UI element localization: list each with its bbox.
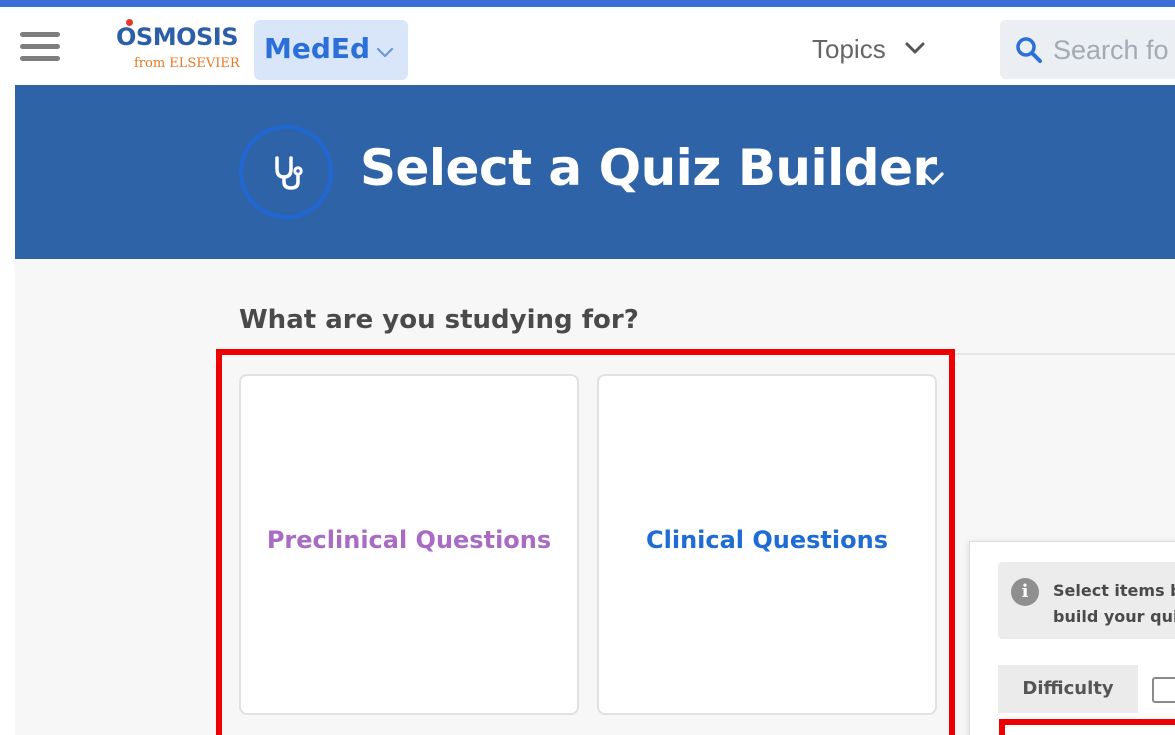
hamburger-menu-icon[interactable] xyxy=(20,32,60,64)
stethoscope-icon xyxy=(239,125,333,219)
info-notice: i Select items be build your quiz xyxy=(998,562,1175,639)
difficulty-checkbox[interactable] xyxy=(1152,677,1175,703)
divider xyxy=(940,353,1175,355)
quiz-builder-banner: Select a Quiz Builder xyxy=(15,85,1175,259)
top-navigation-bar: OSMOSIS from ELSEVIER MedEd Topics Searc… xyxy=(0,7,1175,85)
quiz-settings-panel: i Select items be build your quiz Diffic… xyxy=(969,541,1175,735)
logo-wordmark: OSMOSIS xyxy=(116,23,238,51)
quiz-builder-title[interactable]: Select a Quiz Builder xyxy=(360,139,937,197)
logo-text: OSMOSIS xyxy=(116,23,238,51)
info-icon: i xyxy=(1011,578,1039,606)
preclinical-questions-label: Preclinical Questions xyxy=(266,526,552,554)
search-input[interactable]: Search fo xyxy=(1000,20,1175,79)
logo-subtitle: from ELSEVIER xyxy=(134,56,240,71)
preclinical-questions-card[interactable]: Preclinical Questions xyxy=(239,374,579,715)
top-accent-stripe xyxy=(0,0,1175,7)
clinical-questions-card[interactable]: Clinical Questions xyxy=(597,374,937,715)
topics-menu[interactable]: Topics xyxy=(812,34,886,65)
chevron-down-icon[interactable] xyxy=(904,37,926,59)
info-text: Select items be build your quiz xyxy=(1053,581,1175,626)
search-icon xyxy=(1016,37,1042,63)
osmosis-logo[interactable]: OSMOSIS from ELSEVIER xyxy=(116,19,251,79)
studying-for-heading: What are you studying for? xyxy=(239,305,639,335)
clinical-questions-label: Clinical Questions xyxy=(646,526,888,554)
search-placeholder: Search fo xyxy=(1053,35,1169,65)
meded-product-switcher[interactable]: MedEd xyxy=(254,20,408,80)
meded-label: MedEd xyxy=(264,32,371,65)
difficulty-label: Difficulty xyxy=(998,665,1140,713)
chevron-down-icon xyxy=(376,47,394,58)
chevron-down-icon[interactable] xyxy=(920,165,946,191)
